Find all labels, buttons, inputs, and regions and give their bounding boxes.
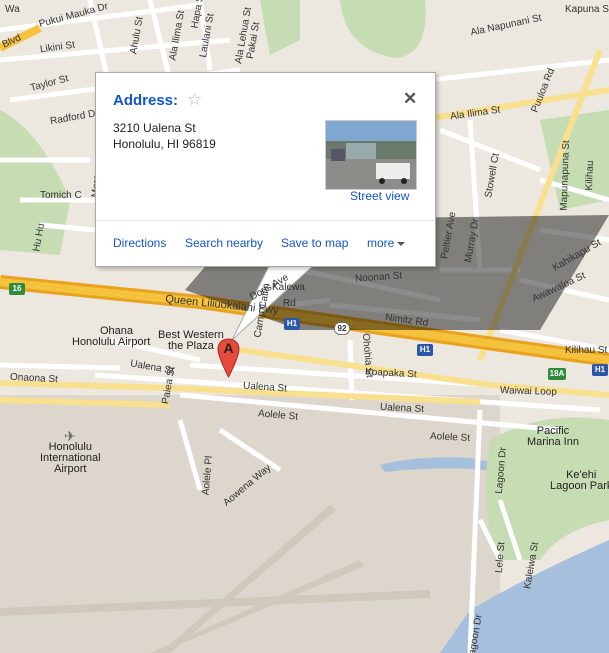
directions-link[interactable]: Directions — [113, 236, 166, 250]
route-shield: 18A — [548, 368, 566, 380]
place-label: Ke'ehi Lagoon Park — [550, 469, 609, 492]
place-label: Best Western the Plaza — [158, 329, 224, 352]
street-label: Rd — [283, 298, 296, 309]
street-label: Aolele St — [429, 430, 471, 445]
place-label: Honolulu International Airport — [40, 441, 101, 475]
location-marker[interactable]: A — [217, 338, 240, 379]
street-label: Tomich C — [40, 190, 82, 201]
interstate-shield: H1 — [284, 318, 300, 330]
more-label: more — [367, 236, 395, 250]
divider — [96, 220, 435, 221]
info-window: Address: ☆ ✕ 3210 Ualena St Honolulu, HI… — [95, 72, 436, 267]
star-icon[interactable]: ☆ — [187, 90, 202, 110]
street-label: Ualena St — [379, 401, 425, 416]
close-icon[interactable]: ✕ — [403, 89, 417, 109]
map-canvas[interactable]: Pukui Mauka Dr Wa Ahulu St Ala Ilima St … — [0, 0, 609, 653]
street-view-link[interactable]: Street view — [350, 189, 409, 203]
chevron-down-icon — [397, 241, 406, 246]
street-label: Kapuna St — [565, 4, 609, 15]
interstate-shield: H1 — [417, 344, 433, 356]
marker-letter: A — [223, 340, 234, 356]
street-label: Waiwai Loop — [499, 385, 558, 398]
airport-icon: ✈ — [64, 428, 76, 444]
route-shield: 92 — [334, 322, 350, 335]
street-label: Kilihau — [583, 160, 597, 191]
more-menu[interactable]: more — [367, 236, 406, 250]
place-label: Pacific Marina Inn — [527, 425, 579, 448]
search-nearby-link[interactable]: Search nearby — [185, 236, 263, 250]
street-view-thumbnail[interactable] — [325, 120, 417, 190]
info-window-title: Address: — [113, 92, 179, 109]
save-to-map-link[interactable]: Save to map — [281, 236, 348, 250]
interstate-shield: H1 — [592, 364, 608, 376]
street-label: Kilihau St — [565, 345, 608, 356]
address-line-2: Honolulu, HI 96819 — [113, 137, 216, 151]
place-label: Honolulu Airport — [72, 336, 151, 348]
address-line-1: 3210 Ualena St — [113, 121, 196, 135]
route-shield: 16 — [9, 283, 25, 295]
street-label: Wa — [5, 4, 20, 15]
street-label: Kalewa — [272, 282, 305, 293]
